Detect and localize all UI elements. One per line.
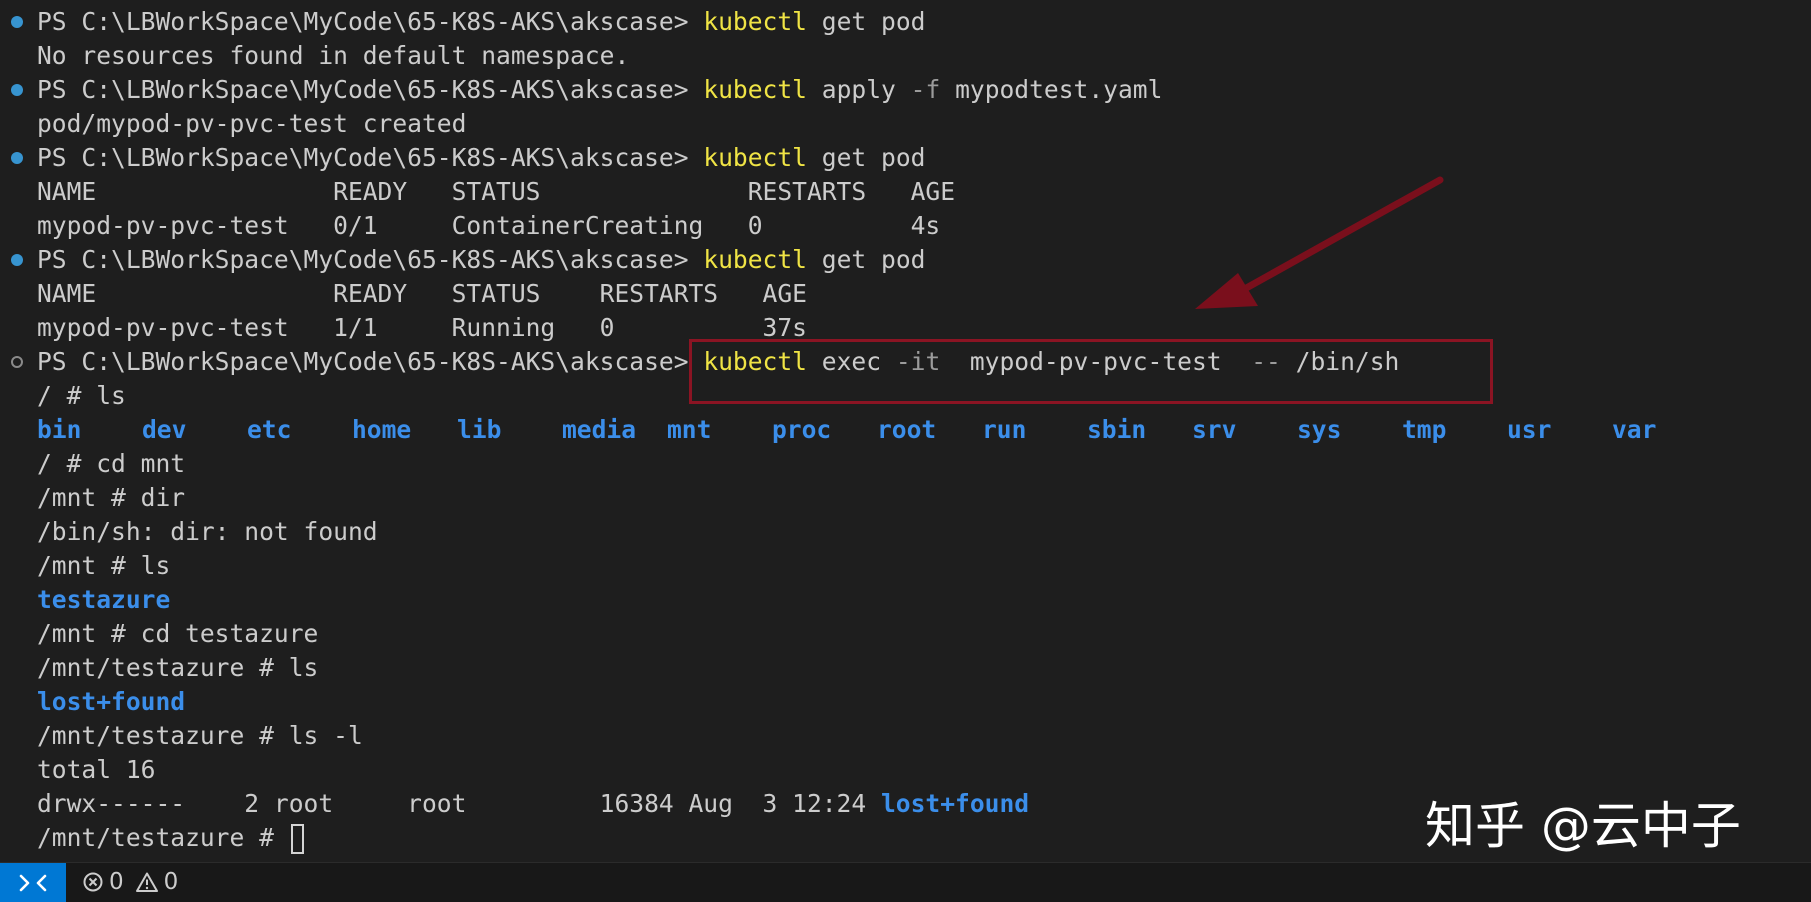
warning-count: 0: [163, 869, 179, 895]
error-count: 0: [109, 869, 124, 895]
remote-indicator-button[interactable]: [0, 863, 66, 902]
error-icon: [83, 872, 103, 892]
warning-icon: [135, 872, 158, 892]
status-bar: 0 0: [0, 862, 1811, 902]
arrow-shaft: [1228, 176, 1444, 300]
remote-icon: [19, 874, 47, 892]
watermark-text: 知乎 @云中子: [1425, 797, 1741, 855]
terminal-panel[interactable]: PS C:\LBWorkSpace\MyCode\65-K8S-AKS\aksc…: [0, 0, 1811, 862]
problems-indicator[interactable]: 0 0: [82, 863, 184, 901]
arrow-head: [1195, 273, 1258, 309]
annotation-arrow: [1195, 176, 1444, 309]
